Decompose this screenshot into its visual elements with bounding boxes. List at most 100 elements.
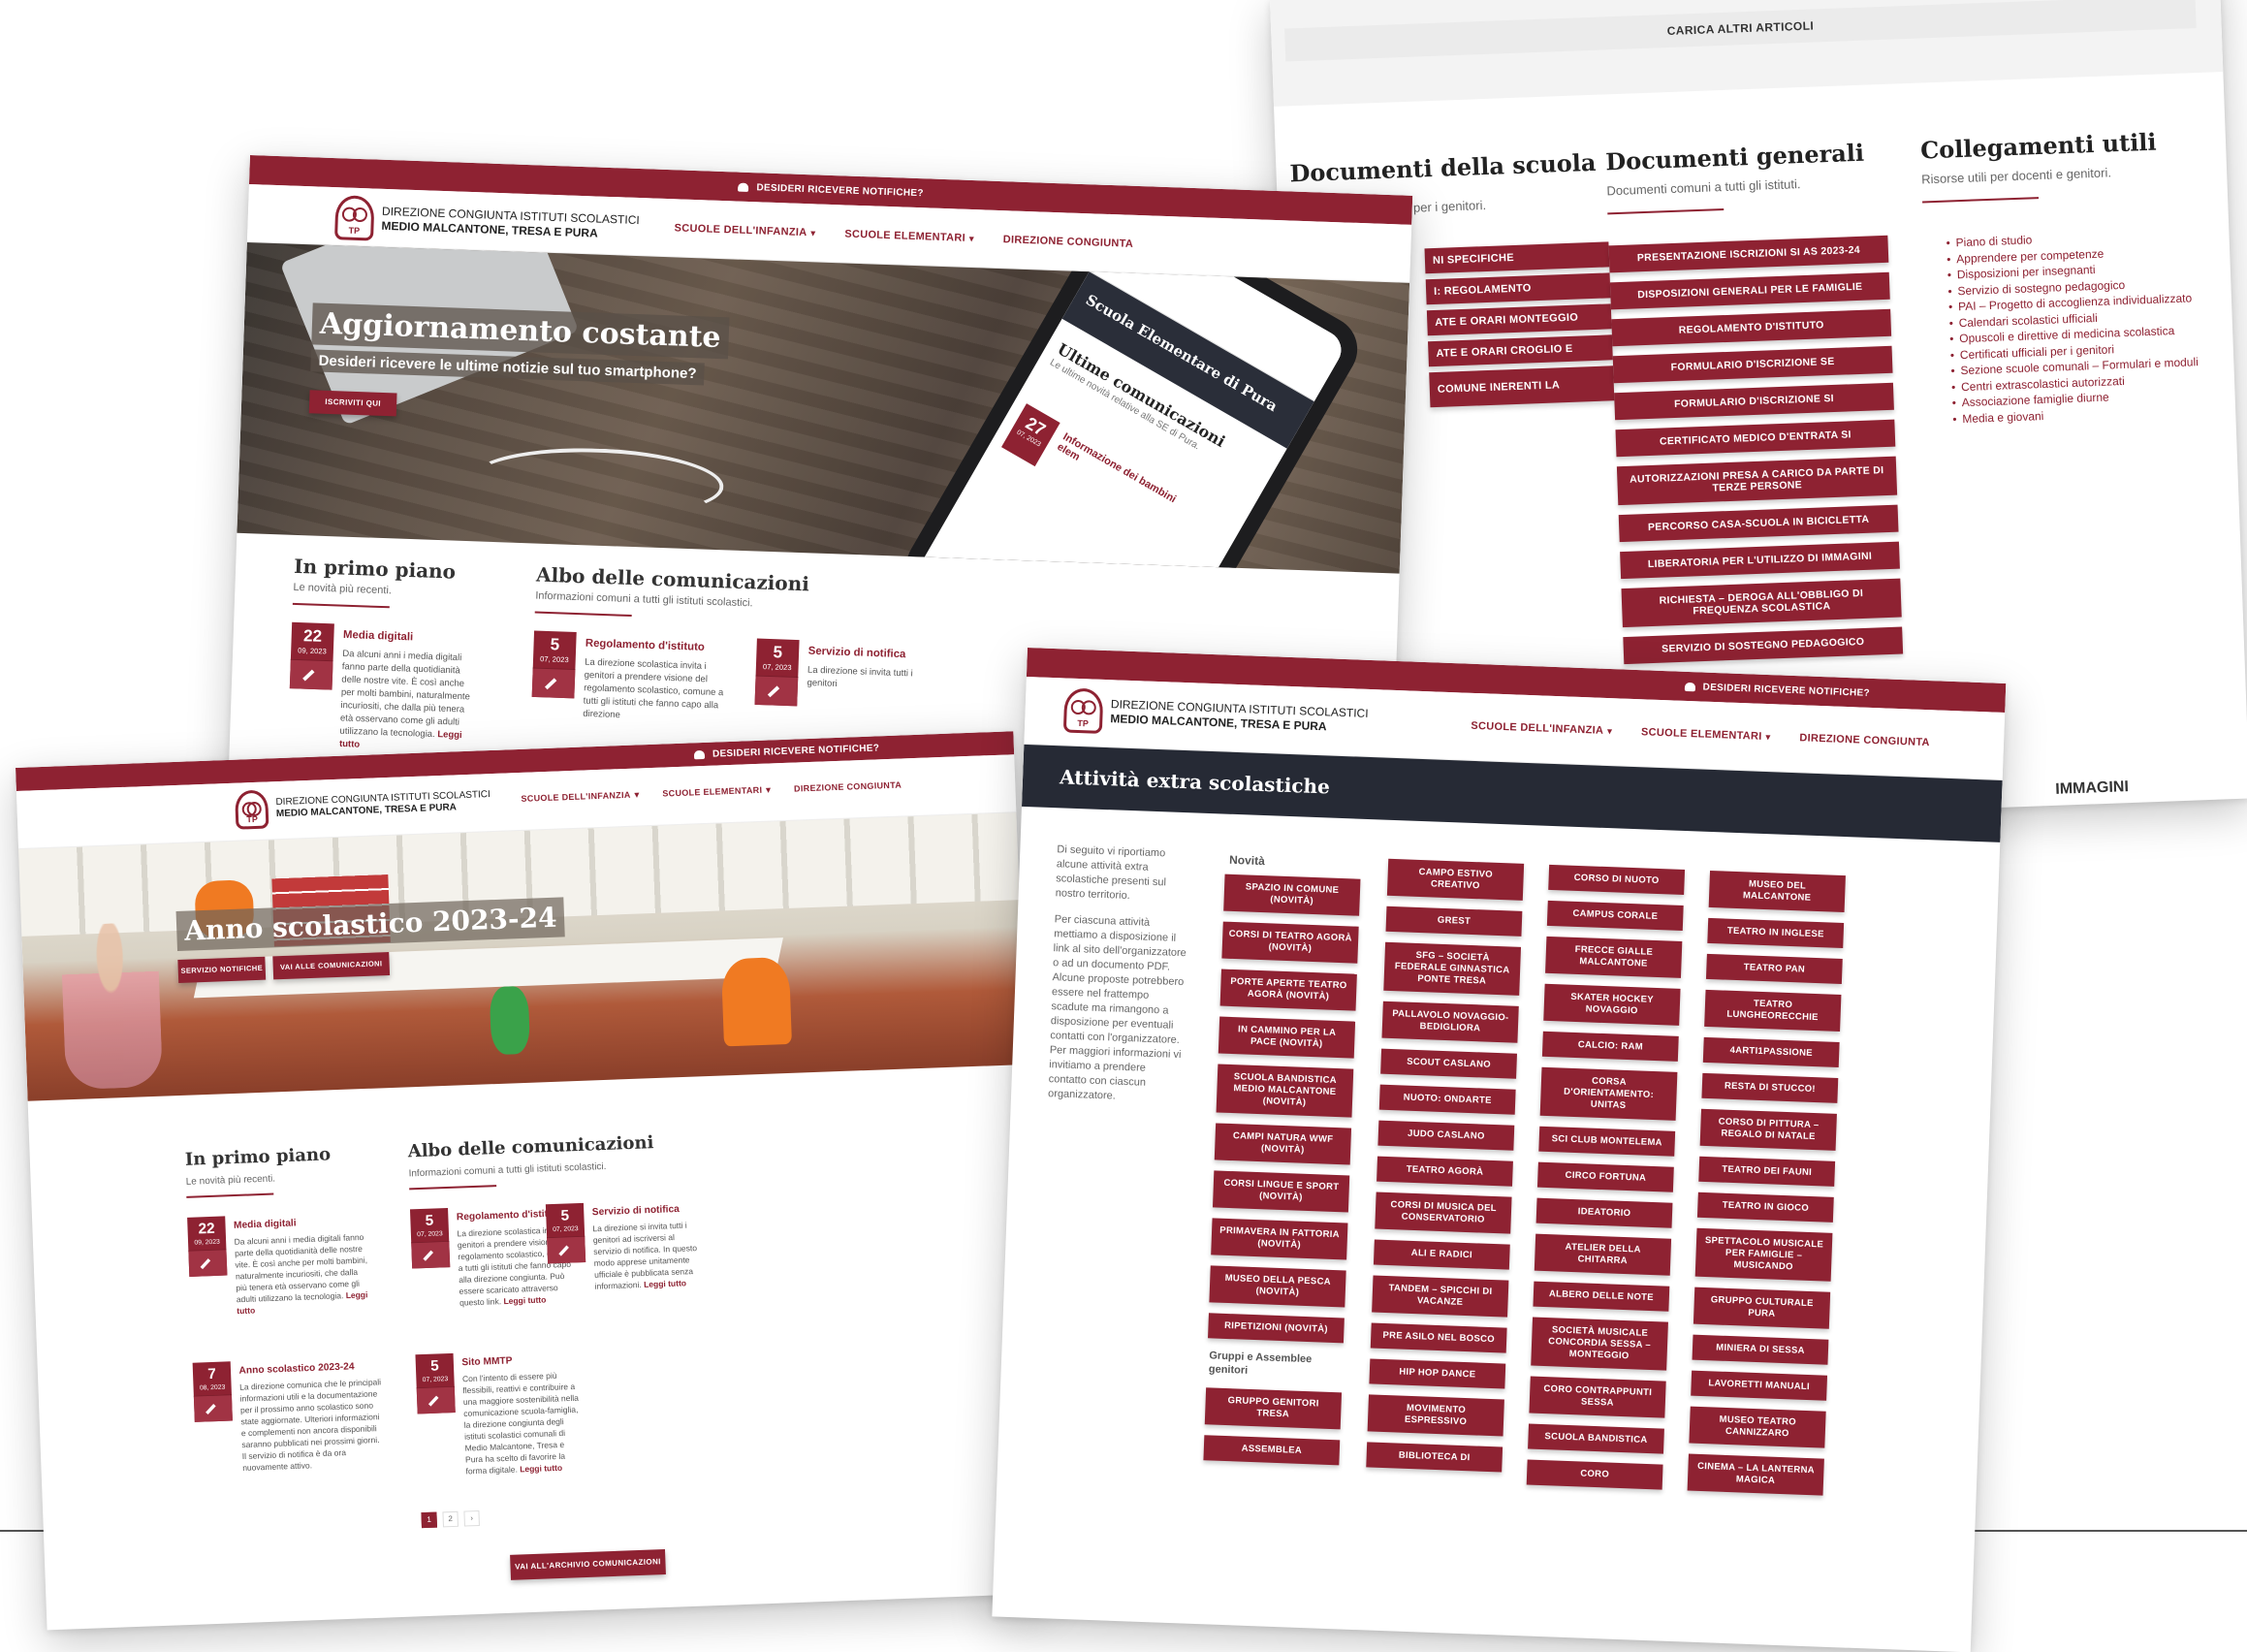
activity-button[interactable]: MUSEO DEL MALCANTONE [1708,870,1846,913]
activity-button[interactable]: 4ARTI1PASSIONE [1702,1036,1840,1067]
general-doc-button[interactable]: PERCORSO CASA-SCUOLA IN BICICLETTA [1618,504,1899,543]
activity-button[interactable]: GRUPPO CULTURALE PURA [1693,1287,1831,1329]
nav-elementari[interactable]: SCUOLE ELEMENTARI ▾ [844,228,974,244]
archive-button[interactable]: VAI ALL'ARCHIVIO COMUNICAZIONI [510,1548,666,1580]
activity-button[interactable]: CORSI LINGUE E SPORT (NOVITÀ) [1212,1170,1350,1213]
activity-button[interactable]: SCUOLA BANDISTICA [1528,1423,1664,1454]
news-title[interactable]: Sito MMTP [461,1354,513,1368]
activity-button[interactable]: CORSO DI NUOTO [1548,864,1686,895]
site-logo[interactable]: TP DIREZIONE CONGIUNTA ISTITUTI SCOLASTI… [1062,687,1369,743]
activity-button[interactable]: CALCIO: RAM [1541,1031,1679,1062]
activity-button[interactable]: NUOTO: ONDARTE [1378,1084,1516,1115]
nav-infanzia[interactable]: SCUOLE DELL'INFANZIA ▾ [674,222,815,238]
activity-button[interactable]: BIBLIOTECA DI [1366,1442,1503,1473]
general-doc-button[interactable]: RICHIESTA – DEROGA ALL'OBBLIGO DI FREQUE… [1621,578,1902,628]
activity-button[interactable]: LAVORETTI MANUALI [1691,1370,1828,1401]
activity-button[interactable]: TEATRO IN GIOCO [1696,1191,1834,1223]
pencil-icon[interactable] [188,1249,228,1277]
activity-button[interactable]: ATELIER DELLA CHITARRA [1534,1233,1672,1276]
read-more-link[interactable]: Leggi tutto [339,730,462,750]
activity-button[interactable]: CORSI DI MUSICA DEL CONSERVATORIO [1375,1191,1512,1234]
school-doc-button[interactable]: ATE E ORARI MONTEGGIO [1426,303,1612,336]
activity-button[interactable]: SCUOLA BANDISTICA MEDIO MALCANTONE (NOVI… [1216,1064,1354,1118]
activity-button[interactable]: PRE ASILO NEL BOSCO [1370,1322,1507,1353]
general-doc-button[interactable]: SERVIZIO DI SOSTEGNO PEDAGOGICO [1623,626,1904,665]
read-more-link[interactable]: Leggi tutto [644,1279,686,1289]
read-more-link[interactable]: Leggi tutto [503,1296,546,1307]
activity-button[interactable]: HIP HOP DANCE [1369,1358,1506,1389]
activity-button[interactable]: JUDO CASLANO [1377,1120,1515,1151]
nav-infanzia[interactable]: SCUOLE DELL'INFANZIA ▾ [1471,720,1612,737]
activity-button[interactable]: PALLAVOLO NOVAGGIO-BEDIGLIORA [1381,1001,1519,1043]
pencil-icon[interactable] [531,667,576,699]
school-doc-button[interactable]: COMUNE INERENTI LA [1429,365,1615,408]
general-doc-button[interactable]: FORMULARIO D'ISCRIZIONE SE [1612,345,1893,384]
activity-button[interactable]: CORSI DI TEATRO AGORÀ (NOVITÀ) [1221,921,1359,964]
activity-button[interactable]: FRECCE GIALLE MALCANTONE [1545,936,1683,978]
activity-button[interactable]: TEATRO IN INGLESE [1707,917,1845,949]
news-title[interactable]: Regolamento d'istituto [585,636,705,653]
page-button[interactable]: 2 [442,1510,459,1528]
activity-button[interactable]: SFG – SOCIETÀ FEDERALE GINNASTICA PONTE … [1383,941,1522,996]
school-doc-button[interactable]: NI SPECIFICHE [1424,241,1610,274]
activity-button[interactable]: ALI E RADICI [1373,1239,1510,1270]
site-logo[interactable]: TP DIREZIONE CONGIUNTA ISTITUTI SCOLASTI… [334,195,640,250]
activity-button[interactable]: SCI CLUB MONTELEMA [1538,1126,1676,1157]
activity-button[interactable]: TEATRO AGORÀ [1377,1156,1513,1187]
general-doc-button[interactable]: CERTIFICATO MEDICO D'ENTRATA SI [1615,419,1896,458]
activity-button[interactable]: GREST [1385,905,1523,937]
news-title[interactable]: Media digitali [343,627,414,643]
nav-infanzia[interactable]: SCUOLE DELL'INFANZIA ▾ [521,789,639,804]
activity-button[interactable]: CAMPI NATURA WWF (NOVITÀ) [1214,1123,1352,1165]
activity-button[interactable]: CIRCO FORTUNA [1536,1161,1674,1192]
activity-button[interactable]: TEATRO PAN [1705,953,1843,985]
activity-button[interactable]: RESTA DI STUCCO! [1701,1072,1839,1103]
go-to-communications-button[interactable]: VAI ALLE COMUNICAZIONI [272,952,391,980]
activity-button[interactable]: SCOUT CASLANO [1380,1048,1517,1079]
nav-direzione[interactable]: DIREZIONE CONGIUNTA [1003,234,1134,250]
nav-direzione[interactable]: DIREZIONE CONGIUNTA [794,780,902,795]
activity-button[interactable]: CORSA D'ORIENTAMENTO: UNITAS [1539,1066,1678,1121]
page-button[interactable]: 1 [421,1511,438,1529]
activity-button[interactable]: TEATRO LUNGHEORECCHIE [1704,989,1842,1032]
activity-button[interactable]: PRIMAVERA IN FATTORIA (NOVITÀ) [1211,1218,1348,1260]
activity-button[interactable]: PORTE APERTE TEATRO AGORÀ (NOVITÀ) [1219,969,1357,1011]
read-more-link[interactable]: Leggi tutto [520,1464,562,1475]
activity-button[interactable]: MUSEO DELLA PESCA (NOVITÀ) [1209,1265,1346,1308]
group-button[interactable]: GRUPPO GENITORI TRESA [1204,1387,1343,1430]
activity-button[interactable]: MINIERA DI SESSA [1692,1334,1829,1365]
general-doc-button[interactable]: DISPOSIZIONI GENERALI PER LE FAMIGLIE [1609,271,1890,310]
pencil-icon[interactable] [547,1235,586,1264]
pencil-icon[interactable] [416,1385,456,1414]
activity-button[interactable]: ALBERO DELLE NOTE [1533,1281,1670,1312]
nav-elementari[interactable]: SCUOLE ELEMENTARI ▾ [662,784,771,799]
site-logo[interactable]: TP DIREZIONE CONGIUNTA ISTITUTI SCOLASTI… [235,781,491,830]
news-title[interactable]: Anno scolastico 2023-24 [238,1360,354,1376]
general-doc-button[interactable]: LIBERATORIA PER L'UTILIZZO DI IMMAGINI [1620,541,1900,580]
pencil-icon[interactable] [754,675,799,707]
activity-button[interactable]: RIPETIZIONI (NOVITÀ) [1208,1313,1345,1344]
pencil-icon[interactable] [411,1240,451,1269]
read-more-link[interactable]: Leggi tutto [237,1291,367,1317]
activity-button[interactable]: CORO [1526,1459,1663,1490]
activity-button[interactable]: IN CAMMINO PER LA PACE (NOVITÀ) [1218,1016,1356,1059]
general-doc-button[interactable]: REGOLAMENTO D'ISTITUTO [1611,308,1892,347]
activity-button[interactable]: CORO CONTRAPPUNTI SESSA [1529,1376,1666,1418]
activity-button[interactable]: MUSEO TEATRO CANNIZZARO [1689,1406,1826,1448]
school-doc-button[interactable]: I: REGOLAMENTO [1425,272,1611,305]
news-title[interactable]: Servizio di notifica [592,1203,680,1218]
general-doc-button[interactable]: PRESENTAZIONE ISCRIZIONI SI AS 2023-24 [1608,235,1889,273]
page-button[interactable]: › [463,1509,480,1527]
activity-button[interactable]: TEATRO DEI FAUNI [1698,1156,1836,1187]
school-doc-button[interactable]: ATE E ORARI CROGLIO E [1428,334,1613,367]
activity-button[interactable]: SPETTACOLO MUSICALE PER FAMIGLIE – MUSIC… [1694,1227,1833,1282]
activity-button[interactable]: CINEMA – LA LANTERNA MAGICA [1687,1453,1824,1496]
news-title[interactable]: Media digitali [234,1217,297,1230]
general-doc-button[interactable]: AUTORIZZAZIONI PRESA A CARICO DA PARTE D… [1616,456,1898,506]
activity-button[interactable]: SPAZIO IN COMUNE (NOVITÀ) [1223,874,1361,916]
nav-direzione[interactable]: DIREZIONE CONGIUNTA [1799,732,1930,748]
activity-button[interactable]: TANDEM – SPICCHI DI VACANZE [1372,1275,1509,1318]
activity-button[interactable]: MOVIMENTO ESPRESSIVO [1367,1394,1504,1437]
pencil-icon[interactable] [193,1394,233,1422]
notifications-service-button[interactable]: SERVIZIO NOTIFICHE [177,956,267,983]
